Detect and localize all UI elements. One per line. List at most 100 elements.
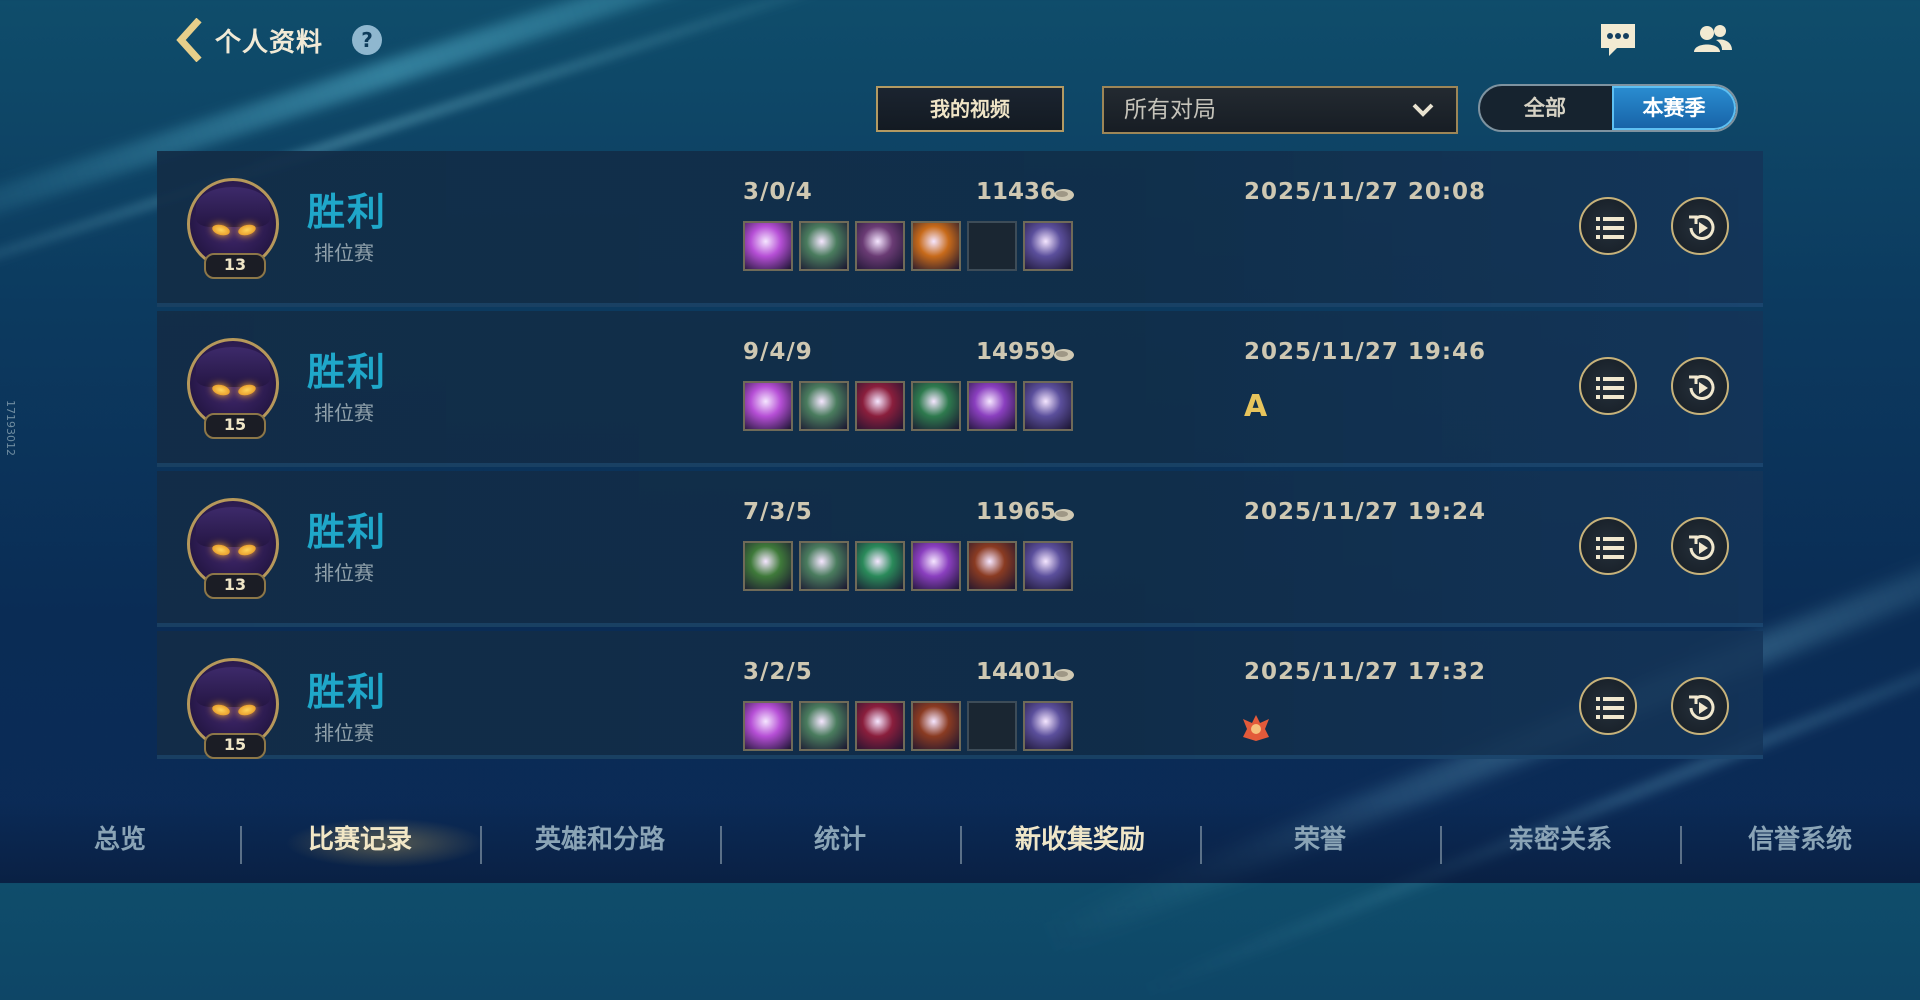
side-id-text: 17193012 xyxy=(4,400,17,456)
champion-level: 13 xyxy=(204,573,266,599)
gold-coin-icon xyxy=(1054,669,1074,681)
kda-text: 3/2/5 xyxy=(743,659,813,685)
item-icon[interactable] xyxy=(743,221,793,271)
item-icon[interactable] xyxy=(967,541,1017,591)
friends-button[interactable] xyxy=(1692,20,1734,60)
gold-text: 14959 xyxy=(976,339,1057,365)
item-icon[interactable] xyxy=(1023,221,1073,271)
replay-icon xyxy=(1689,695,1715,720)
match-row[interactable]: 15 胜利 排位赛 3/2/5 14401 2025/11/27 17:32 xyxy=(157,631,1763,759)
nav-tab[interactable]: 信誉系统 xyxy=(1700,820,1900,860)
nav-separator xyxy=(960,826,962,864)
item-slot-empty[interactable] xyxy=(967,701,1017,751)
item-icon[interactable] xyxy=(967,381,1017,431)
replay-icon xyxy=(1689,215,1715,240)
gold-text: 11965 xyxy=(976,499,1057,525)
chevron-down-icon xyxy=(1412,103,1434,117)
kda-text: 3/0/4 xyxy=(743,179,813,205)
item-icon[interactable] xyxy=(855,381,905,431)
chat-icon xyxy=(1601,24,1635,56)
match-row[interactable]: 15 胜利 排位赛 9/4/9 14959 2025/11/27 19:46 A xyxy=(157,311,1763,467)
match-replay-button[interactable] xyxy=(1671,357,1729,415)
chevron-left-icon xyxy=(176,17,202,63)
gold-text: 11436 xyxy=(976,179,1057,205)
match-row[interactable]: 13 胜利 排位赛 7/3/5 11965 2025/11/27 19:24 xyxy=(157,471,1763,627)
match-result: 胜利 xyxy=(307,190,388,234)
champion-level: 15 xyxy=(204,733,266,759)
nav-separator xyxy=(480,826,482,864)
match-mode: 排位赛 xyxy=(314,401,374,425)
item-icon[interactable] xyxy=(855,701,905,751)
gold-coin-icon xyxy=(1054,349,1074,361)
item-icon[interactable] xyxy=(743,541,793,591)
item-slot-empty[interactable] xyxy=(967,221,1017,271)
list-icon xyxy=(1596,217,1624,239)
list-icon xyxy=(1596,377,1624,399)
match-row[interactable]: 13 胜利 排位赛 3/0/4 11436 2025/11/27 20:08 xyxy=(157,151,1763,307)
item-icon[interactable] xyxy=(855,221,905,271)
item-icon[interactable] xyxy=(743,381,793,431)
question-icon: ? xyxy=(361,28,373,52)
item-icon[interactable] xyxy=(743,701,793,751)
nav-tab[interactable]: 比赛记录 xyxy=(260,820,460,860)
replay-icon xyxy=(1689,375,1715,400)
match-detail-button[interactable] xyxy=(1579,517,1637,575)
match-replay-button[interactable] xyxy=(1671,677,1729,735)
item-icon[interactable] xyxy=(1023,381,1073,431)
help-button[interactable]: ? xyxy=(352,25,382,55)
season-option-current[interactable]: 本赛季 xyxy=(1612,86,1736,130)
gold-coin-icon xyxy=(1054,189,1074,201)
match-time: 2025/11/27 17:32 xyxy=(1244,659,1487,685)
gold-text: 14401 xyxy=(976,659,1057,685)
match-detail-button[interactable] xyxy=(1579,197,1637,255)
nav-separator xyxy=(720,826,722,864)
mvp-badge-icon xyxy=(1243,715,1269,741)
my-videos-button[interactable]: 我的视频 xyxy=(876,86,1064,132)
match-type-select[interactable]: 所有对局 xyxy=(1102,86,1458,134)
match-mode: 排位赛 xyxy=(314,721,374,745)
page-title: 个人资料 xyxy=(215,28,324,58)
match-type-value: 所有对局 xyxy=(1124,97,1216,123)
item-icon[interactable] xyxy=(855,541,905,591)
champion-level: 15 xyxy=(204,413,266,439)
list-icon xyxy=(1596,697,1624,719)
season-option-all[interactable]: 全部 xyxy=(1480,86,1610,130)
nav-separator xyxy=(240,826,242,864)
nav-tab[interactable]: 荣誉 xyxy=(1220,820,1420,860)
list-icon xyxy=(1596,537,1624,559)
item-icon[interactable] xyxy=(1023,541,1073,591)
item-icon[interactable] xyxy=(799,381,849,431)
nav-separator xyxy=(1440,826,1442,864)
item-icon[interactable] xyxy=(799,541,849,591)
item-icon[interactable] xyxy=(911,221,961,271)
friends-icon xyxy=(1694,25,1732,52)
match-mode: 排位赛 xyxy=(314,241,374,265)
replay-icon xyxy=(1689,535,1715,560)
back-button[interactable] xyxy=(175,17,205,63)
item-icon[interactable] xyxy=(911,381,961,431)
item-icon[interactable] xyxy=(911,541,961,591)
nav-tab[interactable]: 亲密关系 xyxy=(1460,820,1660,860)
gold-coin-icon xyxy=(1054,509,1074,521)
item-icon[interactable] xyxy=(1023,701,1073,751)
match-replay-button[interactable] xyxy=(1671,197,1729,255)
match-time: 2025/11/27 19:46 xyxy=(1244,339,1487,365)
match-detail-button[interactable] xyxy=(1579,677,1637,735)
nav-tab[interactable]: 总览 xyxy=(20,820,220,860)
item-icon[interactable] xyxy=(799,221,849,271)
match-replay-button[interactable] xyxy=(1671,517,1729,575)
item-icon[interactable] xyxy=(911,701,961,751)
chat-button[interactable] xyxy=(1597,20,1639,60)
nav-tab[interactable]: 统计 xyxy=(740,820,940,860)
kda-text: 7/3/5 xyxy=(743,499,813,525)
kda-text: 9/4/9 xyxy=(743,339,813,365)
nav-separator xyxy=(1680,826,1682,864)
nav-separator xyxy=(1200,826,1202,864)
match-time: 2025/11/27 19:24 xyxy=(1244,499,1487,525)
match-detail-button[interactable] xyxy=(1579,357,1637,415)
item-icon[interactable] xyxy=(799,701,849,751)
nav-tab[interactable]: 英雄和分路 xyxy=(500,820,700,860)
nav-tab[interactable]: 新收集奖励 xyxy=(980,820,1180,860)
season-toggle[interactable]: 全部 本赛季 xyxy=(1478,84,1738,132)
match-mode: 排位赛 xyxy=(314,561,374,585)
